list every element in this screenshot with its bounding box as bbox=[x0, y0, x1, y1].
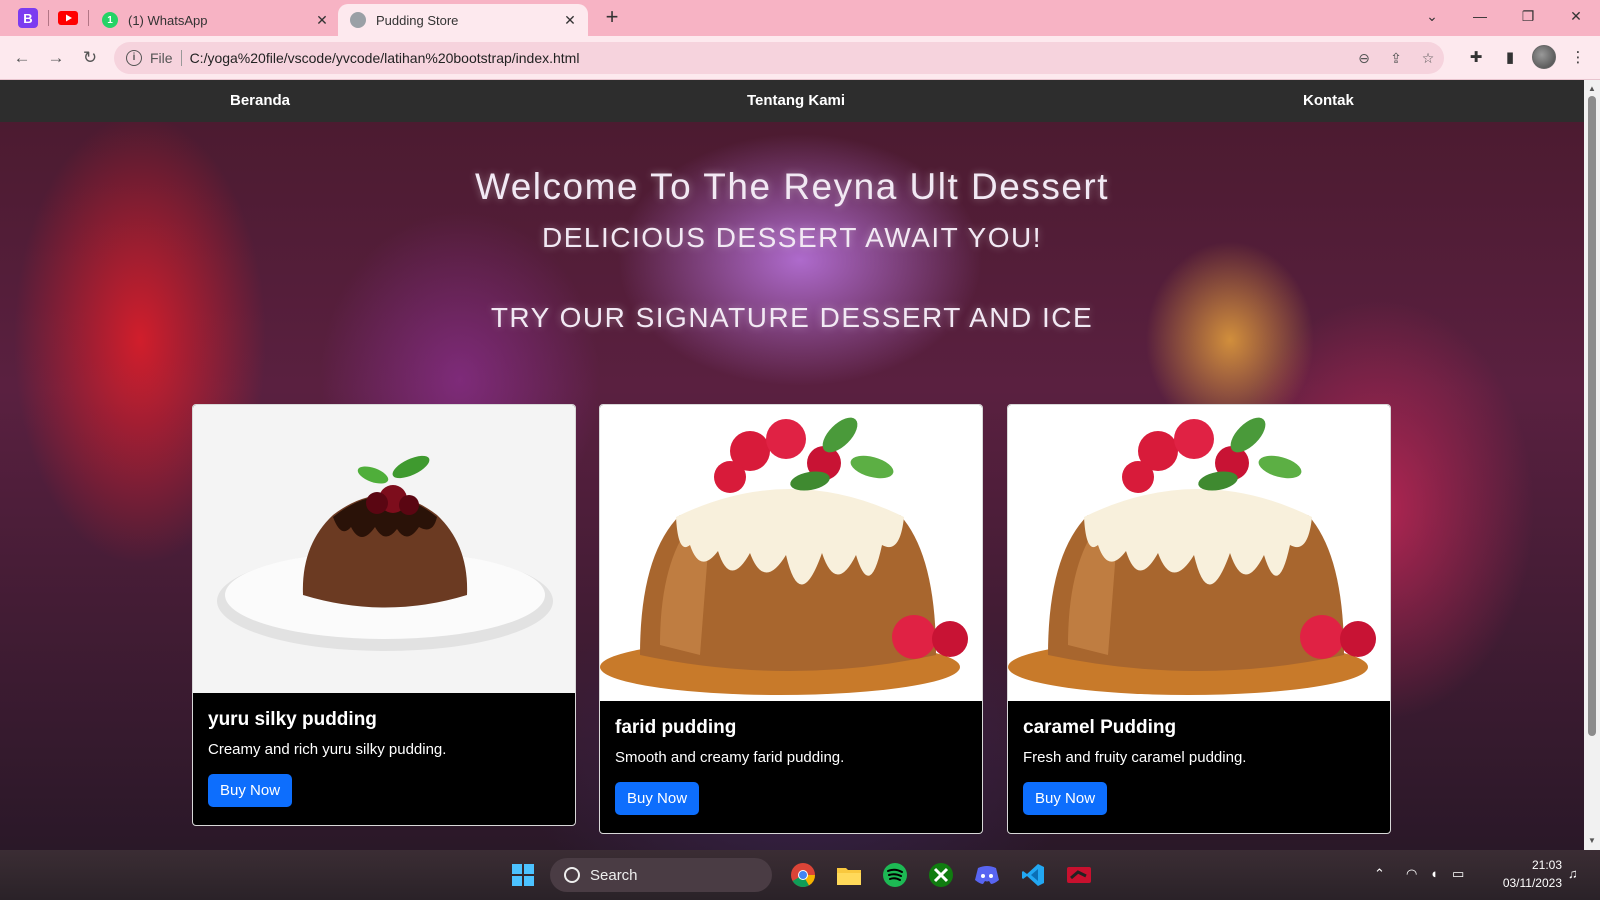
caramel-pudding-image bbox=[1008, 405, 1390, 701]
share-icon[interactable]: ⇪ bbox=[1380, 50, 1412, 67]
chevron-up-icon[interactable]: ⌃ bbox=[1374, 866, 1385, 882]
side-panel-icon[interactable]: ▮ bbox=[1498, 46, 1522, 70]
card-title: caramel Pudding bbox=[1023, 717, 1177, 738]
bookmark-star-icon[interactable]: ☆ bbox=[1412, 50, 1444, 67]
product-card: yuru silky pudding Creamy and rich yuru … bbox=[192, 404, 576, 826]
site-navbar: Beranda Tentang Kami Kontak bbox=[0, 80, 1584, 122]
search-label: Search bbox=[590, 866, 638, 884]
windows-taskbar: Search ⌃ ◠ ◖ ▭ 21:03 03/11/2023 ♫ bbox=[0, 850, 1600, 900]
scrollbar-thumb[interactable] bbox=[1588, 96, 1596, 736]
info-icon[interactable]: i bbox=[126, 50, 142, 66]
window-close-icon[interactable]: ✕ bbox=[1556, 4, 1596, 28]
tab-title: (1) WhatsApp bbox=[128, 12, 208, 28]
globe-icon bbox=[350, 12, 366, 28]
profile-avatar[interactable] bbox=[1532, 45, 1556, 69]
card-title: yuru silky pudding bbox=[208, 709, 377, 730]
card-title: farid pudding bbox=[615, 717, 737, 738]
caramel-pudding-image bbox=[600, 405, 982, 701]
taskbar-search[interactable]: Search bbox=[550, 858, 772, 892]
windows-start-icon[interactable] bbox=[510, 862, 536, 888]
search-icon bbox=[564, 867, 580, 883]
tab-pudding-store[interactable]: Pudding Store ✕ bbox=[338, 4, 588, 36]
url-scheme: File bbox=[150, 50, 173, 66]
page-viewport: Beranda Tentang Kami Kontak Welcome To T… bbox=[0, 80, 1584, 850]
nav-link-kontak[interactable]: Kontak bbox=[1303, 92, 1354, 109]
discord-icon[interactable] bbox=[974, 862, 1000, 888]
browser-toolbar: ← → ↻ i File C:/yoga%20file/vscode/yvcod… bbox=[0, 36, 1600, 80]
new-tab-button[interactable]: + bbox=[600, 6, 624, 30]
buy-now-button[interactable]: Buy Now bbox=[615, 782, 700, 815]
nav-link-tentang-kami[interactable]: Tentang Kami bbox=[747, 92, 845, 109]
scroll-up-icon[interactable]: ▲ bbox=[1584, 82, 1600, 96]
tab-search-icon[interactable]: ⌄ bbox=[1412, 4, 1452, 28]
card-text: Smooth and creamy farid pudding. bbox=[615, 749, 845, 766]
close-icon[interactable]: ✕ bbox=[310, 12, 334, 29]
chocolate-pudding-image bbox=[193, 405, 575, 693]
notification-bell-icon[interactable]: ♫ bbox=[1568, 866, 1578, 881]
scroll-down-icon[interactable]: ▼ bbox=[1584, 834, 1600, 848]
buy-now-button[interactable]: Buy Now bbox=[1023, 782, 1108, 815]
battery-icon[interactable]: ▭ bbox=[1452, 866, 1464, 882]
file-explorer-icon[interactable] bbox=[836, 862, 862, 888]
taskbar-clock[interactable]: 21:03 03/11/2023 bbox=[1480, 856, 1562, 892]
tab-divider bbox=[48, 10, 49, 26]
divider bbox=[180, 50, 182, 66]
vscode-icon[interactable] bbox=[1020, 862, 1046, 888]
zoom-icon[interactable]: ⊖ bbox=[1348, 50, 1380, 67]
url-text[interactable]: C:/yoga%20file/vscode/yvcode/latihan%20b… bbox=[190, 50, 1348, 66]
reload-icon[interactable]: ↻ bbox=[78, 46, 102, 70]
close-icon[interactable]: ✕ bbox=[558, 12, 582, 29]
xbox-icon[interactable] bbox=[928, 862, 954, 888]
address-bar[interactable]: i File C:/yoga%20file/vscode/yvcode/lati… bbox=[114, 42, 1444, 74]
whatsapp-icon: 1 bbox=[102, 12, 118, 28]
forward-icon[interactable]: → bbox=[44, 46, 68, 70]
chrome-icon[interactable] bbox=[790, 862, 816, 888]
tab-divider bbox=[88, 10, 89, 26]
buy-now-button[interactable]: Buy Now bbox=[208, 774, 293, 807]
wifi-icon[interactable]: ◠ bbox=[1406, 866, 1417, 882]
clock-time: 21:03 bbox=[1531, 858, 1562, 872]
tab-whatsapp[interactable]: 1 (1) WhatsApp ✕ bbox=[90, 4, 340, 36]
card-text: Fresh and fruity caramel pudding. bbox=[1023, 749, 1247, 766]
hero-title: Welcome To The Reyna Ult Dessert bbox=[474, 166, 1110, 207]
nav-link-beranda[interactable]: Beranda bbox=[230, 92, 290, 109]
product-card: caramel Pudding Fresh and fruity caramel… bbox=[1007, 404, 1391, 834]
page-scrollbar[interactable]: ▲ ▼ bbox=[1584, 80, 1600, 850]
volume-icon[interactable]: ◖ bbox=[1430, 866, 1438, 881]
tab-title: Pudding Store bbox=[376, 12, 459, 28]
app-red-icon[interactable] bbox=[1066, 862, 1092, 888]
back-icon[interactable]: ← bbox=[10, 46, 34, 70]
youtube-icon[interactable] bbox=[58, 8, 78, 28]
menu-icon[interactable]: ⋮ bbox=[1566, 46, 1590, 70]
clock-date: 03/11/2023 bbox=[1502, 876, 1562, 890]
extensions-icon[interactable]: ✚ bbox=[1464, 46, 1488, 70]
spotify-icon[interactable] bbox=[882, 862, 908, 888]
hero-tagline: TRY OUR SIGNATURE DESSERT AND ICE bbox=[490, 302, 1094, 333]
restore-icon[interactable]: ❐ bbox=[1508, 4, 1548, 28]
card-text: Creamy and rich yuru silky pudding. bbox=[208, 741, 447, 758]
bootstrap-icon[interactable]: B bbox=[18, 8, 38, 28]
minimize-icon[interactable]: — bbox=[1460, 4, 1500, 28]
browser-tab-strip: B 1 (1) WhatsApp ✕ Pudding Store ✕ + ⌄ —… bbox=[0, 0, 1600, 36]
product-card: farid pudding Smooth and creamy farid pu… bbox=[599, 404, 983, 834]
hero-subtitle: DELICIOUS DESSERT AWAIT YOU! bbox=[542, 222, 1042, 253]
